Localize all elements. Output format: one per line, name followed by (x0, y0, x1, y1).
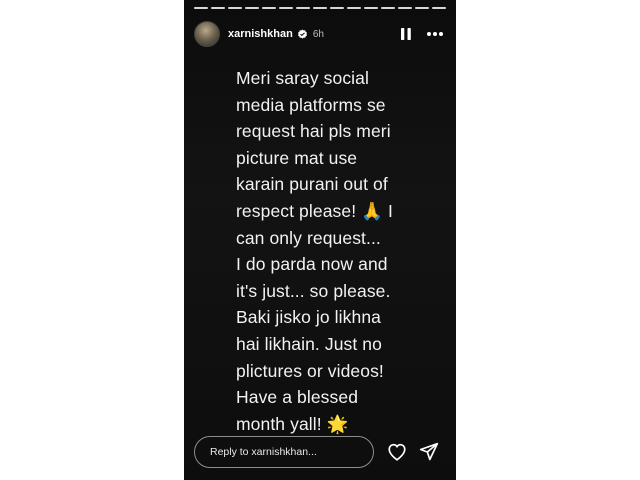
pause-icon[interactable] (398, 25, 414, 43)
progress-segment (330, 7, 344, 9)
avatar[interactable] (194, 21, 220, 47)
story-footer: Reply to xarnishkhan... (194, 435, 444, 469)
page-background: xarnishkhan 6h Meri saray social media p… (0, 0, 640, 480)
progress-segment (347, 7, 361, 9)
verified-badge-icon (297, 28, 308, 40)
story-viewer[interactable]: xarnishkhan 6h Meri saray social media p… (184, 0, 456, 480)
send-icon[interactable] (418, 441, 440, 463)
post-time: 6h (312, 28, 324, 40)
reply-placeholder: Reply to xarnishkhan... (210, 446, 317, 458)
reply-input[interactable]: Reply to xarnishkhan... (194, 436, 374, 468)
story-message-text: Meri saray social media platforms se req… (236, 68, 393, 434)
progress-segment (381, 7, 395, 9)
progress-segment (296, 7, 310, 9)
progress-segment (279, 7, 293, 9)
progress-segment (211, 7, 225, 9)
progress-segment (364, 7, 378, 9)
story-progress-bar (194, 7, 446, 9)
progress-segment (415, 7, 429, 9)
story-header: xarnishkhan 6h (194, 20, 444, 48)
progress-segment (245, 7, 259, 9)
progress-segment (313, 7, 327, 9)
progress-segment (398, 7, 412, 9)
progress-segment (432, 7, 446, 9)
progress-segment (194, 7, 208, 9)
progress-segment (228, 7, 242, 9)
progress-segment (262, 7, 276, 9)
more-icon[interactable] (426, 25, 444, 43)
username[interactable]: xarnishkhan (228, 28, 293, 40)
heart-icon[interactable] (386, 441, 408, 463)
